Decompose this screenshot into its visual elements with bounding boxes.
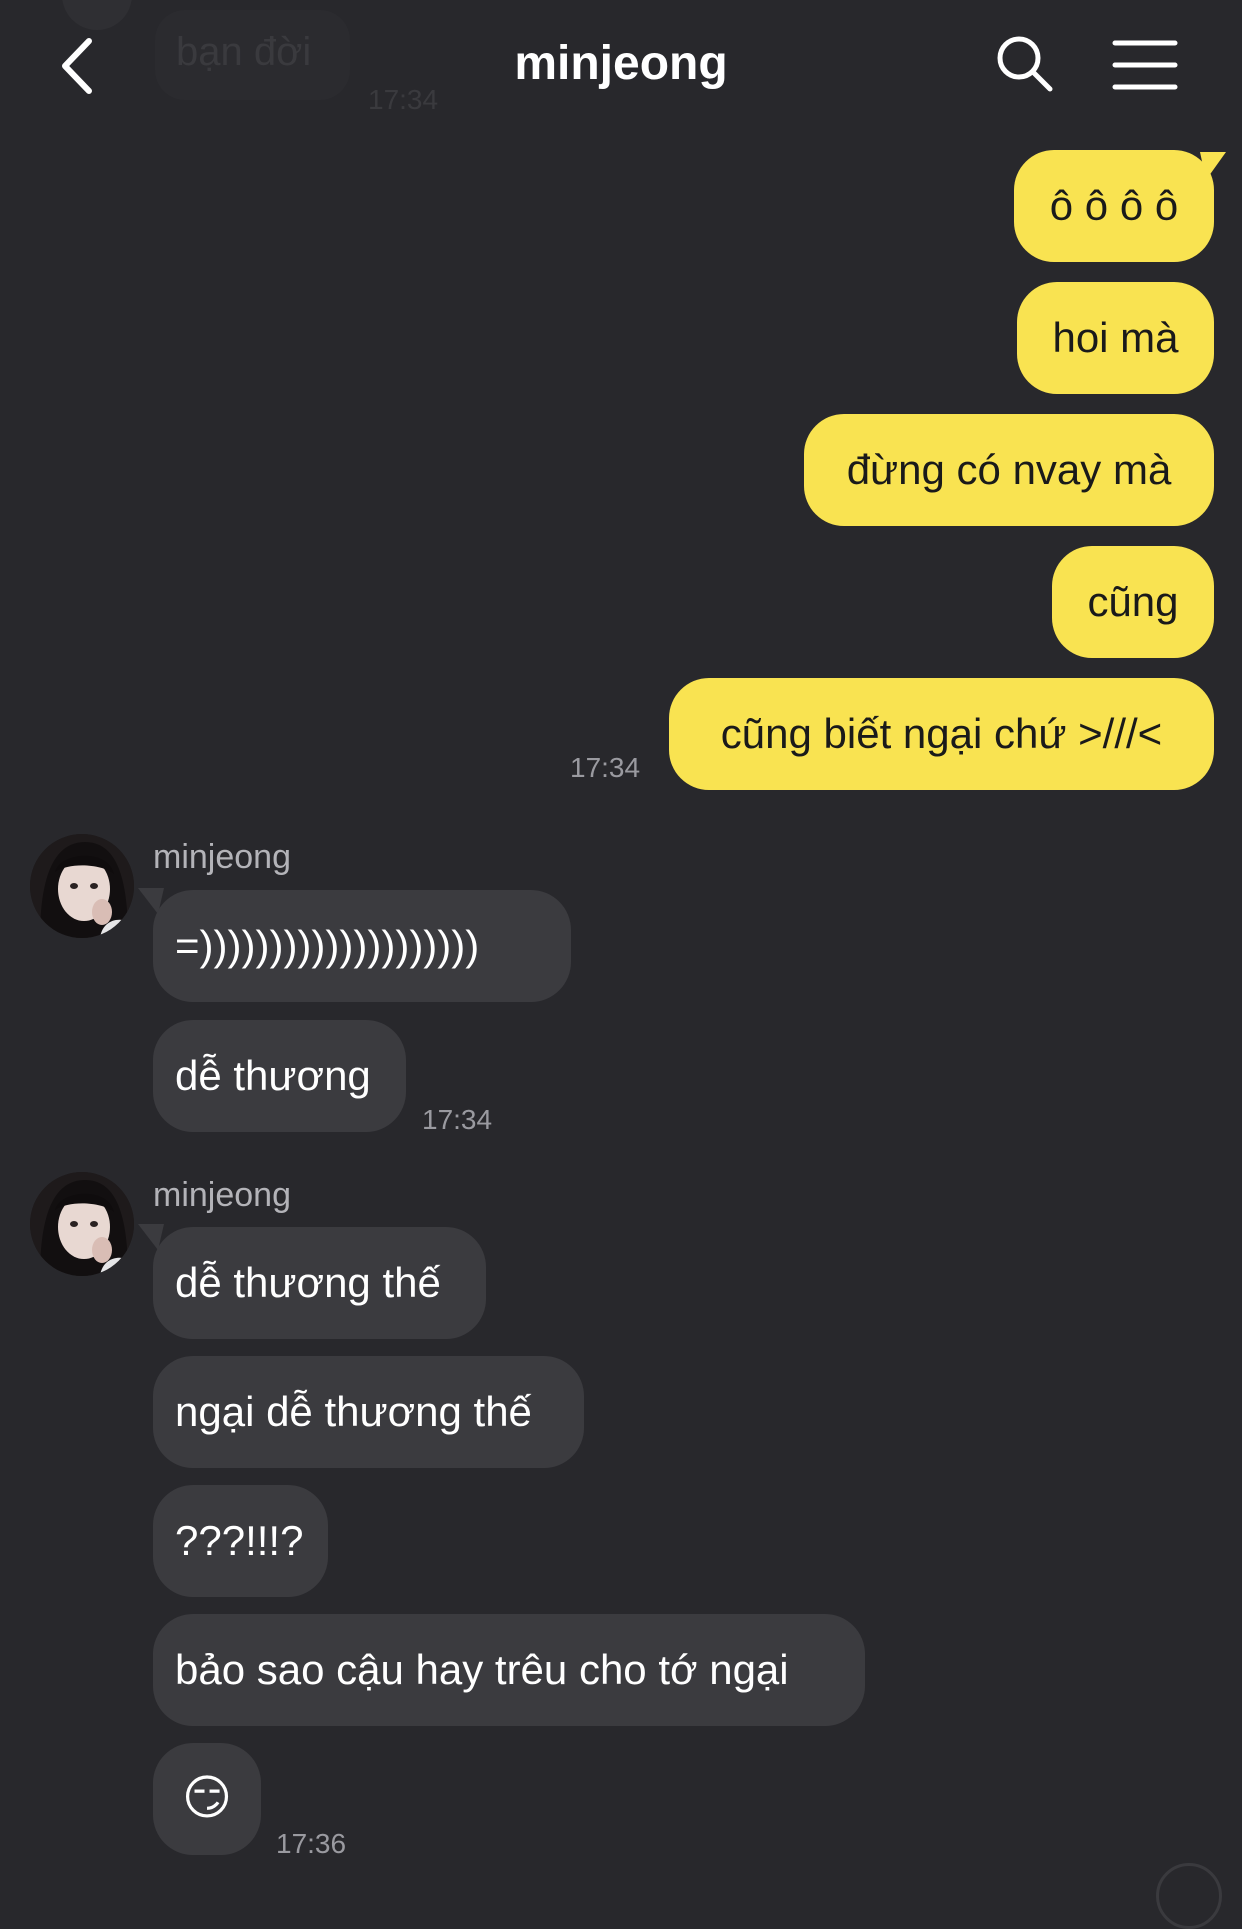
outgoing-message-bubble[interactable]: đừng có nvay mà (804, 414, 1214, 526)
chat-title: minjeong (514, 37, 728, 90)
scroll-indicator (1156, 1863, 1222, 1929)
outgoing-message-bubble[interactable]: hoi mà (1017, 282, 1214, 394)
search-button[interactable] (995, 34, 1055, 94)
ghost-avatar (62, 0, 132, 30)
outgoing-message-bubble[interactable]: cũng (1052, 546, 1214, 658)
message-timestamp: 17:34 (570, 752, 641, 783)
smirking-face-emoji: 😏 (181, 1772, 233, 1825)
incoming-message-bubble[interactable]: dễ thương thế (153, 1227, 486, 1339)
sender-name: minjeong (153, 1176, 291, 1214)
incoming-message-bubble[interactable]: ???!!!? (153, 1485, 328, 1597)
emoji-message-bubble[interactable]: 😏 (153, 1743, 261, 1855)
message-timestamp: 17:36 (276, 1828, 347, 1859)
incoming-message-bubble[interactable]: dễ thương (153, 1020, 406, 1132)
avatar[interactable] (30, 1172, 134, 1276)
incoming-message-bubble[interactable]: bảo sao cậu hay trêu cho tớ ngại (153, 1614, 865, 1726)
sender-name: minjeong (153, 838, 291, 876)
avatar[interactable] (30, 834, 134, 938)
menu-button[interactable] (1112, 38, 1178, 92)
incoming-message-bubble[interactable]: ngại dễ thương thế (153, 1356, 584, 1468)
outgoing-message-bubble[interactable]: ô ô ô ô (1014, 150, 1214, 262)
search-icon (997, 36, 1053, 92)
hamburger-menu-icon (1112, 40, 1178, 90)
outgoing-message-bubble[interactable]: cũng biết ngại chứ >///< (669, 678, 1214, 790)
profile-photo-icon (30, 834, 134, 938)
incoming-message-bubble[interactable]: =)))))))))))))))))))) (153, 890, 571, 1002)
profile-photo-icon (30, 1172, 134, 1276)
message-timestamp: 17:34 (422, 1104, 493, 1135)
